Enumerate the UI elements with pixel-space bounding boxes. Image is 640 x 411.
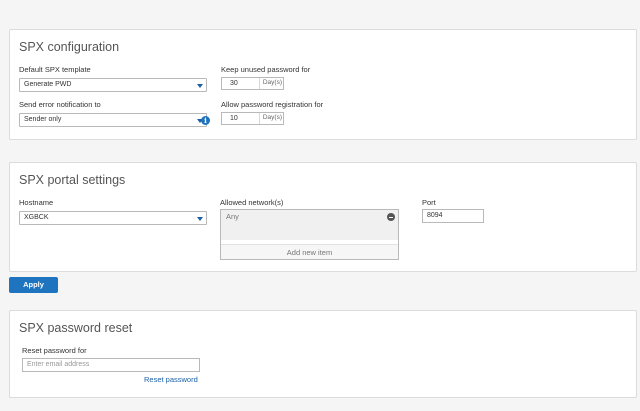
error-notification-label: Send error notification to xyxy=(19,100,101,109)
default-template-value: Generate PWD xyxy=(24,81,72,88)
spx-password-reset-panel: SPX password reset Reset password for En… xyxy=(9,310,637,398)
allowed-networks-label: Allowed network(s) xyxy=(220,198,284,207)
list-item: Any xyxy=(221,210,398,240)
port-input[interactable]: 8094 xyxy=(422,209,484,223)
spx-configuration-panel: SPX configuration Default SPX template G… xyxy=(9,29,637,140)
hostname-value: XGBCK xyxy=(24,214,49,221)
hostname-select[interactable]: XGBCK xyxy=(19,211,207,225)
email-input[interactable]: Enter email address xyxy=(22,358,200,372)
reset-password-link[interactable]: Reset password xyxy=(144,375,198,384)
keep-unused-unit: Day(s) xyxy=(258,78,283,89)
keep-unused-value: 30 xyxy=(230,80,238,87)
spx-password-reset-title: SPX password reset xyxy=(19,321,133,335)
chevron-down-icon xyxy=(197,84,203,88)
allowed-network-item: Any xyxy=(226,212,239,221)
reset-password-for-label: Reset password for xyxy=(22,346,87,355)
remove-icon[interactable] xyxy=(387,213,395,221)
spx-configuration-title: SPX configuration xyxy=(19,40,120,54)
error-notification-select[interactable]: Sender only xyxy=(19,113,207,127)
chevron-down-icon xyxy=(197,217,203,221)
keep-unused-label: Keep unused password for xyxy=(221,65,311,74)
allow-registration-value: 10 xyxy=(230,115,238,122)
add-new-item-button[interactable]: Add new item xyxy=(221,244,398,259)
apply-button[interactable]: Apply xyxy=(9,277,58,293)
info-icon[interactable]: i xyxy=(201,116,210,125)
default-template-select[interactable]: Generate PWD xyxy=(19,78,207,92)
allow-registration-unit: Day(s) xyxy=(258,113,283,124)
allow-registration-input[interactable]: 10 Day(s) xyxy=(221,112,284,125)
hostname-label: Hostname xyxy=(19,198,54,207)
error-notification-value: Sender only xyxy=(24,116,62,123)
default-template-label: Default SPX template xyxy=(19,65,91,74)
spx-portal-settings-panel: SPX portal settings Hostname XGBCK Allow… xyxy=(9,162,637,272)
keep-unused-input[interactable]: 30 Day(s) xyxy=(221,77,284,90)
allow-registration-label: Allow password registration for xyxy=(221,100,324,109)
allowed-networks-list: Any Add new item xyxy=(220,209,399,260)
spx-portal-settings-title: SPX portal settings xyxy=(19,173,126,187)
port-label: Port xyxy=(422,198,436,207)
